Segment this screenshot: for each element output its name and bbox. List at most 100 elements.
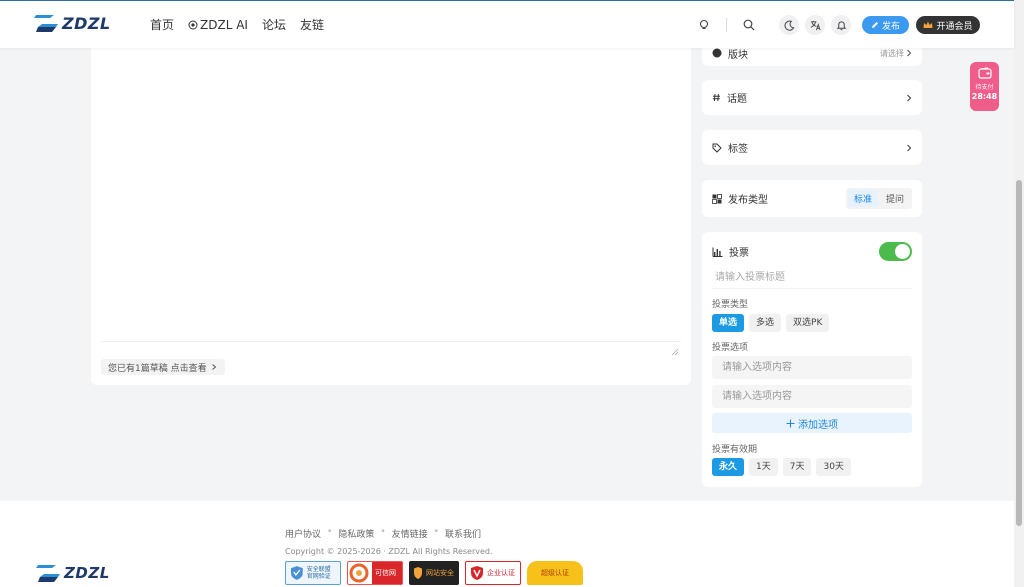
tag-card[interactable]: 标签 [702,130,922,165]
logo-icon [34,15,58,32]
add-option-label: 添加选项 [798,419,838,431]
draft-notice[interactable]: 您已有1篇草稿 点击查看 [101,359,225,375]
header-tools [694,15,851,35]
vote-title-input[interactable]: 请输入投票标题 [712,269,912,289]
page-scrollbar[interactable] [1014,0,1024,587]
ai-icon [188,20,198,29]
validity-forever[interactable]: 永久 [712,458,745,476]
trust-badges: 安全联盟 官网验证 可信网站 网站安全 企业认证 超级认证 [285,561,583,585]
footer-link-friends[interactable]: 友情链接 [392,527,428,540]
site-logo[interactable]: ZDZL [34,12,111,34]
badge-super[interactable]: 超级认证 [527,561,583,585]
divider [726,18,727,32]
publish-label: 发布 [881,21,900,32]
vote-validity-label: 投票有效期 [712,445,758,455]
pencil-icon [871,22,878,28]
hash-icon [712,93,720,102]
badge-trusted-site[interactable]: 可信网站 [347,561,403,585]
editor-card[interactable]: 您已有1篇草稿 点击查看 [91,40,691,385]
publish-type-card: 发布类型 标准 提问 [702,180,922,217]
publish-type-label: 发布类型 [728,195,768,206]
vote-type-multiple[interactable]: 多选 [749,314,782,332]
validity-7-days[interactable]: 7天 [782,458,812,476]
tag-label: 标签 [728,144,748,155]
add-option-button[interactable]: 添加选项 [712,413,912,433]
safety-shield-icon [414,567,422,579]
vote-option-input[interactable]: 请输入选项内容 [712,356,912,379]
vote-type-options: 单选 多选 双选PK [712,314,830,332]
vote-validity-options: 永久 1天 7天 30天 [712,458,851,476]
bell-icon[interactable] [831,15,851,35]
shield-icon [290,566,303,580]
nav-home[interactable]: 首页 [150,16,174,33]
nav-forum[interactable]: 论坛 [262,16,286,33]
badge-security-alliance[interactable]: 安全联盟 官网验证 [285,561,341,585]
chevron-right-icon [907,144,912,151]
validity-1-day[interactable]: 1天 [749,458,778,476]
nav-ai-label: ZDZL AI [200,17,248,32]
publish-type-question[interactable]: 提问 [880,190,910,207]
vote-type-single[interactable]: 单选 [712,314,745,332]
scrollbar-thumb[interactable] [1016,180,1022,526]
top-header: ZDZL 首页 ZDZL AI 论坛 友链 发布 开通会员 [0,0,1014,48]
resize-handle-icon[interactable] [671,348,679,356]
publish-type-switch: 标准 提问 [845,188,912,209]
badge-enterprise-label: 企业认证 [487,569,515,577]
wallet-icon [977,67,992,79]
site-footer: 用户协议 • 隐私政策 • 友情链接 • 联系我们 Copyright © 20… [0,501,1014,587]
footer-logo-text: ZDZL [64,564,110,582]
vote-options-label: 投票选项 [712,343,749,353]
badge-security-alliance-label: 安全联盟 官网验证 [306,566,331,580]
publish-button[interactable]: 发布 [862,16,909,34]
footer-link-terms[interactable]: 用户协议 [285,527,321,540]
vote-toggle[interactable] [879,242,912,261]
chevron-right-icon [211,364,216,370]
tag-icon [712,143,722,153]
draft-notice-text: 您已有1篇草稿 点击查看 [108,363,207,374]
chevron-right-icon [907,94,912,101]
verified-v-icon [471,566,483,580]
badge-enterprise[interactable]: 企业认证 [465,561,521,585]
crown-icon [923,21,933,28]
open-vip-button[interactable]: 开通会员 [916,16,980,34]
section-hint: 请选择 [880,48,904,58]
validity-30-days[interactable]: 30天 [816,458,851,476]
footer-link-contact[interactable]: 联系我们 [445,527,481,540]
plus-icon [786,419,795,427]
footer-logo[interactable]: ZDZL [36,562,110,584]
vote-type-pk[interactable]: 双选PK [786,314,830,332]
vip-label: 开通会员 [936,21,973,32]
vote-option-input[interactable]: 请输入选项内容 [712,385,912,408]
pending-payment-label: 待支付 [975,84,994,91]
copyright: Copyright © 2025-2026 · ZDZL All Rights … [285,547,493,556]
footer-link-privacy[interactable]: 隐私政策 [338,527,374,540]
moon-icon[interactable] [779,15,799,35]
vote-card: 投票 请输入投票标题 投票类型 单选 多选 双选PK 投票选项 请输入选项内容 … [702,232,922,487]
main-nav: 首页 ZDZL AI 论坛 友链 [150,16,324,33]
topic-label: 话题 [727,94,747,105]
badge-super-label: 超级认证 [541,569,569,577]
vote-type-label: 投票类型 [712,300,749,310]
badge-site-safety-label: 网站安全 [426,569,454,577]
badge-site-safety[interactable]: 网站安全 [409,561,459,585]
pending-payment-badge[interactable]: 待支付 28:48 [970,62,999,111]
logo-text: ZDZL [62,13,111,33]
bar-chart-icon [712,247,723,257]
pending-payment-timer: 28:48 [971,92,998,101]
nav-friend-links[interactable]: 友链 [300,16,324,33]
vote-header: 投票 [712,244,749,259]
lightbulb-icon[interactable] [694,15,714,35]
logo-icon [36,565,60,582]
badge-trusted-site-label: 可信网站 [372,562,402,584]
editor-divider [101,341,681,342]
vote-label: 投票 [729,248,749,259]
section-icon [712,48,722,58]
footer-links: 用户协议 • 隐私政策 • 友情链接 • 联系我们 [285,527,481,540]
nav-ai[interactable]: ZDZL AI [188,16,248,33]
topic-card[interactable]: 话题 [702,80,922,115]
translate-icon[interactable] [805,15,825,35]
grid-type-icon [712,193,722,204]
search-icon[interactable] [739,15,759,35]
publish-type-standard[interactable]: 标准 [847,190,878,207]
chevron-right-icon [907,49,912,57]
